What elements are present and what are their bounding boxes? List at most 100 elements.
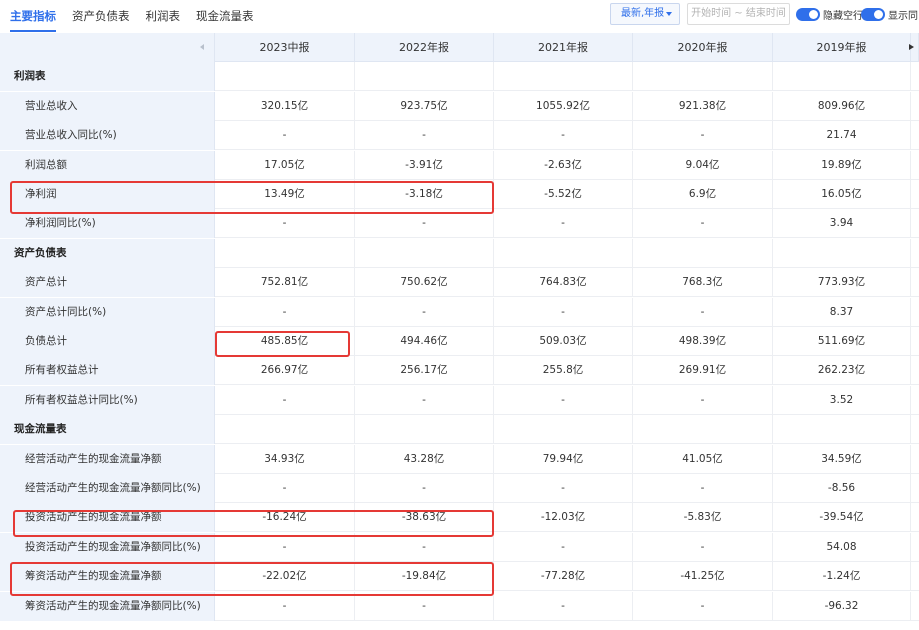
show-yoy-toggle[interactable]: 显示同比	[861, 6, 919, 22]
table-cell	[494, 238, 633, 268]
table-cell: 13.49亿	[215, 180, 355, 209]
date-range-placeholder: 开始时间 ~ 结束时间	[691, 8, 786, 19]
table-cell: -	[633, 297, 773, 327]
table-row: 营业总收入同比(%) - - - -21.74	[0, 121, 919, 151]
table-cell: -	[633, 385, 773, 415]
tab-main-indicators[interactable]: 主要指标	[0, 0, 64, 33]
table-cell: -	[633, 474, 773, 503]
table-cell: 498.39亿	[633, 327, 773, 356]
table-row: 所有者权益总计 266.97亿 256.17亿 255.8亿 269.91亿 262.23…	[0, 356, 919, 386]
table-cell	[773, 62, 911, 92]
row-label: 所有者权益总计	[0, 356, 215, 386]
scroll-right-icon[interactable]	[909, 44, 914, 50]
section-title: 现金流量表	[0, 415, 215, 445]
table-cell	[773, 415, 911, 445]
row-label: 经营活动产生的现金流量净额同比(%)	[0, 474, 215, 503]
table-cell-overflow	[911, 356, 919, 385]
caret-down-icon	[666, 12, 672, 16]
table-cell: 16.05亿	[773, 180, 911, 209]
table-row: 经营活动产生的现金流量净额同比(%) - - - - -8.56	[0, 474, 919, 503]
table-cell: -	[215, 474, 355, 503]
table-cell: -39.54亿	[773, 503, 911, 533]
table-cell: -	[494, 209, 633, 239]
table-cell: -	[215, 209, 355, 239]
date-range-input[interactable]: 开始时间 ~ 结束时间	[687, 3, 790, 25]
table-cell: -	[355, 209, 494, 239]
table-cell-overflow	[911, 474, 919, 503]
table-row: 投资活动产生的现金流量净额 -16.24亿 -38.63亿 -12.03亿 -5.83亿…	[0, 503, 919, 533]
section-row: 资产负债表	[0, 238, 919, 268]
table-row: 经营活动产生的现金流量净额 34.93亿 43.28亿 79.94亿 41.05亿 34.…	[0, 444, 919, 474]
table-cell: -96.32	[773, 591, 911, 621]
table-cell: -5.52亿	[494, 180, 633, 209]
table-row: 投资活动产生的现金流量净额同比(%) - - - -54.08	[0, 532, 919, 562]
section-row: 利润表	[0, 62, 919, 92]
table-cell-overflow	[911, 445, 919, 474]
toolbar: 主要指标 资产负债表 利润表 现金流量表 最新,年报 开始时间 ~ 结束时间 隐…	[0, 0, 919, 33]
table-cell: -	[633, 121, 773, 151]
row-label: 利润总额	[0, 150, 215, 180]
table-cell: -2.63亿	[494, 150, 633, 180]
hide-empty-rows-label: 隐藏空行	[823, 10, 863, 22]
table-cell	[633, 238, 773, 268]
table-row: 营业总收入 320.15亿 923.75亿 1055.92亿 921.38亿 809.96…	[0, 91, 919, 121]
table-cell: 764.83亿	[494, 268, 633, 298]
table-cell: 320.15亿	[215, 91, 355, 121]
table-cell: 21.74	[773, 121, 911, 151]
table-cell	[355, 62, 494, 92]
table-cell: 809.96亿	[773, 91, 911, 121]
show-yoy-label: 显示同比	[888, 10, 919, 22]
table-cell	[355, 415, 494, 445]
row-label: 投资活动产生的现金流量净额	[0, 503, 215, 533]
hide-empty-rows-toggle[interactable]: 隐藏空行	[796, 6, 863, 22]
table-row: 利润总额 17.05亿 -3.91亿 -2.63亿 9.04亿 19.89亿	[0, 150, 919, 180]
table-cell: 921.38亿	[633, 91, 773, 121]
table-cell: 509.03亿	[494, 327, 633, 356]
tab-cash-flow[interactable]: 现金流量表	[188, 0, 262, 33]
row-label: 所有者权益总计同比(%)	[0, 385, 215, 415]
table-cell: 1055.92亿	[494, 91, 633, 121]
table-cell: -38.63亿	[355, 503, 494, 533]
table-cell	[215, 238, 355, 268]
table-cell: -22.02亿	[215, 562, 355, 592]
table-row: 所有者权益总计同比(%) - - - -3.52	[0, 385, 919, 415]
table-cell: -77.28亿	[494, 562, 633, 592]
table-cell: -	[494, 532, 633, 562]
table-row: 筹资活动产生的现金流量净额 -22.02亿 -19.84亿 -77.28亿 -41.25…	[0, 562, 919, 592]
table-cell	[215, 62, 355, 92]
tab-balance-sheet[interactable]: 资产负债表	[64, 0, 138, 33]
table-cell-overflow	[911, 239, 919, 268]
table-cell	[494, 62, 633, 92]
table-cell: 9.04亿	[633, 150, 773, 180]
table-cell: -8.56	[773, 474, 911, 503]
table-row: 筹资活动产生的现金流量净额同比(%) - - - - -96.32	[0, 591, 919, 621]
row-label: 净利润	[0, 180, 215, 209]
table-row: 净利润 13.49亿 -3.18亿 -5.52亿 6.9亿 16.05亿	[0, 180, 919, 209]
table-cell: 54.08	[773, 532, 911, 562]
table-cell: 3.94	[773, 209, 911, 239]
table-cell-overflow	[911, 415, 919, 444]
section-title: 利润表	[0, 62, 215, 92]
period-select[interactable]: 最新,年报	[610, 3, 680, 25]
table-cell: 41.05亿	[633, 444, 773, 474]
table-cell: 34.59亿	[773, 444, 911, 474]
table-cell: 269.91亿	[633, 356, 773, 386]
table-cell-overflow	[911, 180, 919, 209]
table-cell: -3.91亿	[355, 150, 494, 180]
row-label: 筹资活动产生的现金流量净额同比(%)	[0, 591, 215, 621]
table-cell: -	[215, 532, 355, 562]
table-cell: -1.24亿	[773, 562, 911, 592]
table-cell	[494, 415, 633, 445]
table-cell-overflow	[911, 62, 919, 91]
table-cell: 79.94亿	[494, 444, 633, 474]
scroll-left-icon[interactable]	[200, 44, 204, 50]
table-cell-overflow	[911, 562, 919, 591]
table-cell: -	[633, 532, 773, 562]
table-cell: 3.52	[773, 385, 911, 415]
row-label: 资产总计	[0, 268, 215, 298]
table-cell-overflow	[911, 327, 919, 356]
toggle-switch-icon	[861, 7, 885, 21]
table-cell-overflow	[911, 533, 919, 562]
table-cell	[633, 415, 773, 445]
tab-income-statement[interactable]: 利润表	[138, 0, 189, 33]
